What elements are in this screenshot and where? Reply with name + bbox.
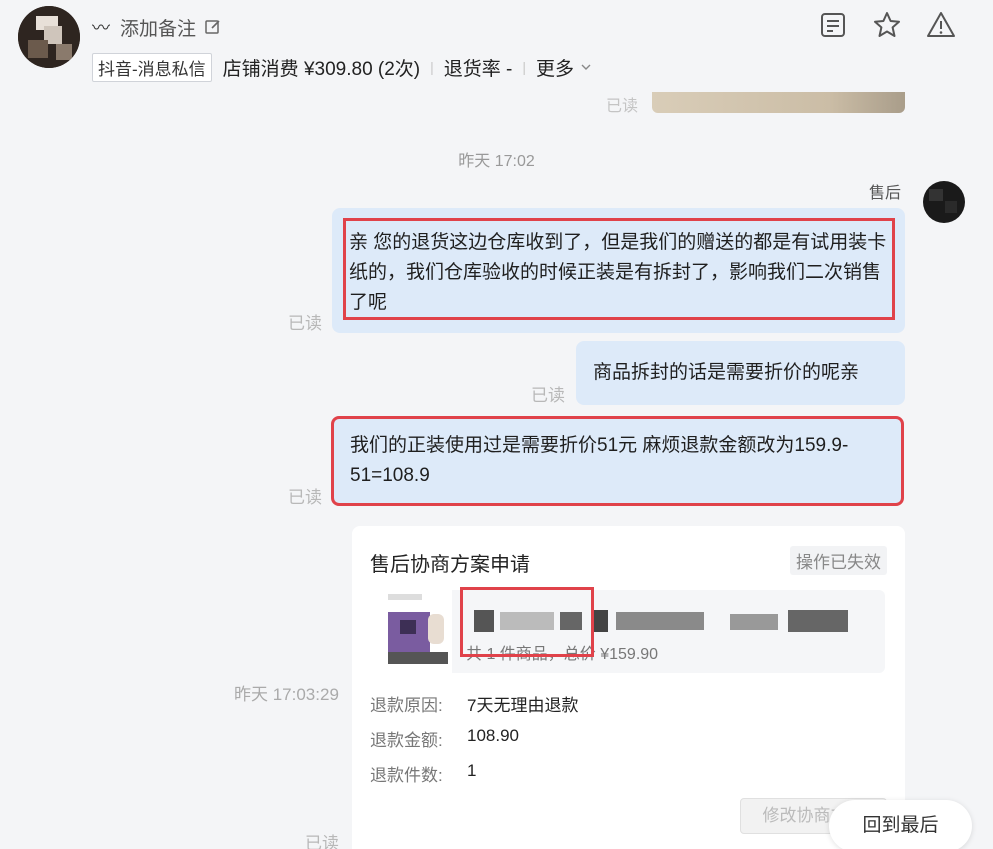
refund-count-label: 退款件数: [370,766,443,785]
read-status: 已读 [606,98,639,115]
edit-icon[interactable] [204,18,222,36]
star-icon[interactable] [872,10,902,40]
agent-avatar[interactable] [923,181,965,223]
read-status: 已读 [288,488,322,507]
customer-nickname: 〰 [92,18,110,38]
product-thumbnail [370,590,452,673]
add-remark-link[interactable]: 添加备注 [120,14,196,41]
divider: | [430,59,434,75]
notes-icon[interactable] [818,10,848,40]
more-dropdown[interactable]: 更多 [536,54,574,81]
return-rate: 退货率 - [443,58,513,80]
chat-bubble[interactable]: 商品拆封的话是需要折价的呢亲 [576,341,905,405]
refund-count-value: 1 [467,761,477,780]
back-to-latest-button[interactable]: 回到最后 [829,800,972,849]
previous-image-message[interactable] [652,92,905,113]
shop-spend: 店铺消费 ¥309.80 (2次) [222,58,421,80]
chevron-down-icon[interactable] [580,61,592,73]
refund-reason-row: 退款原因: 7天无理由退款 [370,691,578,716]
refund-reason-label: 退款原因: [370,696,443,715]
card-title: 售后协商方案申请 [370,554,530,576]
refund-amount-row: 退款金额: 108.90 [370,726,519,751]
chat-area[interactable]: 已读 昨天 17:02 售后 亲 您的退货这边仓库收到了，但是我们的赠送的都是有… [0,92,993,849]
read-status: 已读 [531,386,565,405]
chat-bubble[interactable]: 亲 您的退货这边仓库收到了，但是我们的赠送的都是有试用装卡纸的，我们仓库验收的时… [332,208,905,333]
message-text: 亲 您的退货这边仓库收到了，但是我们的赠送的都是有试用装卡纸的，我们仓库验收的时… [349,232,887,313]
customer-info-row: 抖音-消息私信 店铺消费 ¥309.80 (2次) | 退货率 - | 更多 [92,52,592,82]
chat-bubble[interactable]: 我们的正装使用过是需要折价51元 麻烦退款金额改为159.9-51=108.9 [331,416,904,506]
highlight-box [460,587,594,657]
read-status: 已读 [288,314,322,333]
name-row: 〰 添加备注 [92,13,222,41]
message-text: 我们的正装使用过是需要折价51元 麻烦退款金额改为159.9-51=108.9 [350,435,849,486]
source-tag: 抖音-消息私信 [92,52,212,82]
customer-avatar[interactable] [18,6,80,68]
refund-amount-value: 108.90 [467,726,519,745]
read-status: 已读 [305,834,339,849]
message-text: 商品拆封的话是需要折价的呢亲 [593,362,860,383]
aftersale-proposal-card[interactable]: 售后协商方案申请 操作已失效 共 1 件商品，总价 ¥159.90 退款原因: … [352,526,905,849]
refund-reason-value: 7天无理由退款 [467,696,579,715]
refund-count-row: 退款件数: 1 [370,761,476,786]
divider: | [522,59,527,75]
product-summary[interactable]: 共 1 件商品，总价 ¥159.90 [370,590,885,673]
warning-icon[interactable] [926,10,956,40]
status-badge: 操作已失效 [790,546,887,575]
message-timestamp: 昨天 17:03:29 [234,685,339,704]
message-timestamp: 昨天 17:02 [458,153,535,170]
chat-header: 〰 添加备注 抖音-消息私信 店铺消费 ¥309.80 (2次) | 退货率 -… [0,0,993,92]
refund-amount-label: 退款金额: [370,731,443,750]
sender-label: 售后 [869,185,902,202]
